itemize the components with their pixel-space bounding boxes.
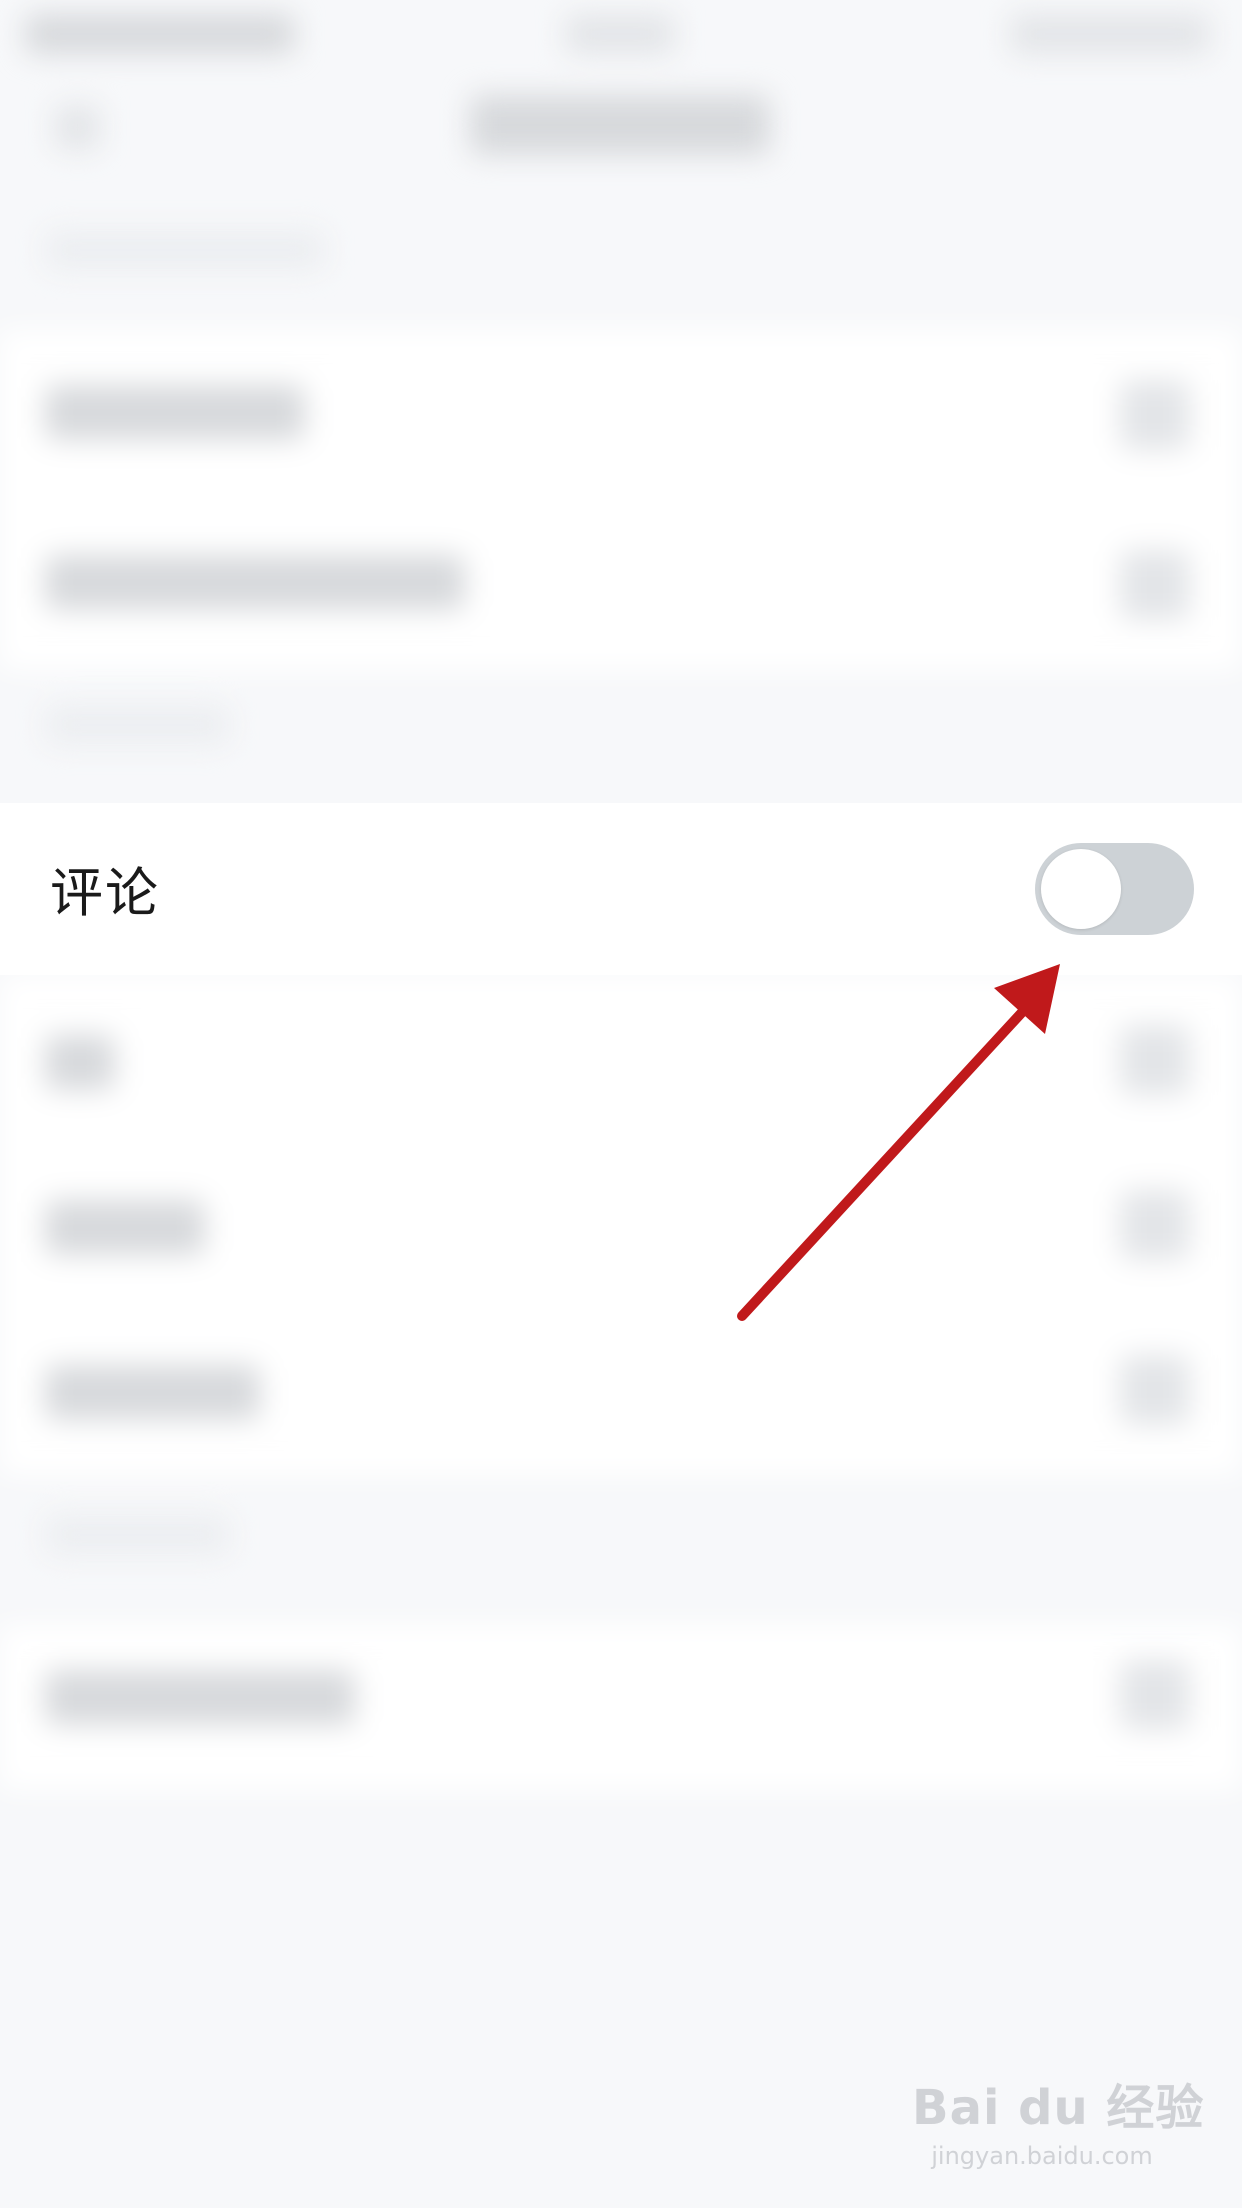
row-label-blur (45, 385, 305, 440)
row-label-blur (45, 1200, 205, 1255)
watermark: Bai du 经验 jingyan.baidu.com (912, 2068, 1205, 2170)
section-header-blur (45, 230, 325, 270)
row-control-blur (1120, 550, 1190, 620)
row-label-blur (45, 1035, 115, 1090)
row-label-blur (45, 1365, 260, 1420)
row-control-blur (1120, 1355, 1190, 1425)
row-control-blur (1120, 380, 1190, 450)
row-control-blur (1120, 1025, 1190, 1095)
row-label-blur (45, 1670, 355, 1725)
toggle-knob (1041, 849, 1121, 929)
page-title-blur (470, 95, 770, 155)
status-bar-left-blur (25, 14, 295, 54)
section-header-blur (45, 1515, 230, 1555)
settings-group-1 (0, 330, 1242, 670)
status-bar-right-blur (1010, 14, 1210, 54)
back-icon (55, 105, 100, 150)
status-bar-time-blur (565, 14, 675, 54)
comment-setting-row: 评论 (0, 803, 1242, 975)
row-label-blur (45, 555, 465, 610)
watermark-brand: Bai du 经验 (912, 2080, 1205, 2136)
comment-toggle[interactable] (1035, 843, 1194, 935)
watermark-url: jingyan.baidu.com (931, 2142, 1153, 2170)
section-header-blur (45, 705, 230, 745)
comment-label: 评论 (50, 863, 160, 924)
blurred-background (0, 0, 1242, 2208)
row-control-blur (1120, 1660, 1190, 1730)
row-control-blur (1120, 1190, 1190, 1260)
